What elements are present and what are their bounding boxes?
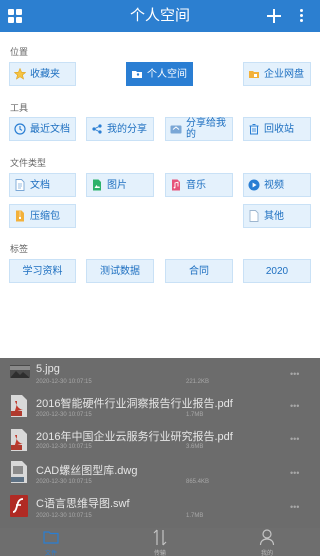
filetype-label: 音乐 [186,179,206,191]
more-dots-icon[interactable]: ••• [290,434,299,444]
tool-my-shares[interactable]: 我的分享 [86,117,154,141]
tag-label: 2020 [265,265,289,277]
file-size: 3.6MB [186,444,204,450]
tag-chip[interactable]: 学习资料 [9,259,76,283]
tool-label: 我的分享 [107,123,147,135]
file-row[interactable]: CAD螺丝图型库.dwg 2020-12-30 10:07:15 865.4KB… [0,459,320,493]
tag-label: 合同 [189,265,209,277]
location-enterprise-drive[interactable]: 企业网盘 [243,62,311,86]
tag-label: 测试数据 [100,265,140,277]
pdf-icon [10,429,28,451]
tool-label: 分享给我的 [186,118,226,140]
other-file-icon [248,210,260,222]
profile-icon [259,529,275,546]
filetype-document[interactable]: 文档 [9,173,76,197]
tag-chip[interactable]: 2020 [243,259,311,283]
file-list: 5.jpg 2020-12-30 10:07:15 221.2KB ••• 20… [0,358,320,528]
zip-icon [14,210,26,222]
file-date: 2020-12-30 10:07:15 [36,412,92,418]
section-label-location: 位置 [10,47,29,57]
filetype-video[interactable]: 视频 [243,173,311,197]
file-date: 2020-12-30 10:07:15 [36,379,92,385]
filetype-archive[interactable]: 压缩包 [9,204,76,228]
file-name: 2016智能硬件行业洞察报告行业报告.pdf [36,398,233,410]
trash-icon [248,123,260,135]
file-date: 2020-12-30 10:07:15 [36,444,92,450]
file-date: 2020-12-30 10:07:15 [36,513,92,519]
tab-profile[interactable]: 我的 [237,528,297,557]
file-size: 1.7MB [186,513,204,519]
tab-transfer[interactable]: 传输 [130,528,190,557]
bottom-tab-bar: 文件 传输 我的 [0,528,320,557]
personal-folder-icon [131,68,143,80]
filetype-label: 文档 [30,179,50,191]
section-label-tags: 标签 [10,244,29,254]
file-size: 221.2KB [186,379,210,385]
tab-files[interactable]: 文件 [21,528,81,557]
tag-chip[interactable]: 合同 [165,259,233,283]
star-icon [14,68,26,80]
top-bar: 个人空间 [0,0,320,32]
filetype-label: 视频 [264,179,284,191]
filetype-other[interactable]: 其他 [243,204,311,228]
more-vertical-icon[interactable] [298,8,306,24]
more-dots-icon[interactable]: ••• [290,468,299,478]
file-size: 1.7MB [186,412,204,418]
location-favorites[interactable]: 收藏夹 [9,62,76,86]
video-icon [248,179,260,191]
dwg-icon [10,461,28,483]
tag-label: 学习资料 [22,265,63,277]
file-name: C语言思维导图.swf [36,498,130,510]
shared-inbox-icon [170,123,182,135]
file-name: CAD螺丝图型库.dwg [36,465,138,477]
music-icon [170,179,182,191]
location-personal-space[interactable]: 个人空间 [126,62,193,86]
section-label-file-types: 文件类型 [10,158,47,168]
image-thumbnail [10,365,30,378]
tool-label: 最近文档 [30,123,70,135]
swf-icon [10,495,28,517]
share-icon [91,123,103,135]
filetype-label: 其他 [264,210,284,222]
file-name: 5.jpg [36,363,60,375]
location-label: 个人空间 [147,68,187,80]
tool-shared-with-me[interactable]: 分享给我的 [165,117,233,141]
filetype-label: 图片 [107,179,127,191]
file-name: 2016年中国企业云服务行业研究报告.pdf [36,431,233,443]
transfer-icon [153,529,167,546]
section-label-tools: 工具 [10,103,29,113]
file-size: 865.4KB [186,479,210,485]
file-row[interactable]: 2016智能硬件行业洞察报告行业报告.pdf 2020-12-30 10:07:… [0,391,320,425]
tool-label: 回收站 [264,123,294,135]
document-icon [14,179,26,191]
plus-icon[interactable] [266,8,282,24]
filetype-label: 压缩包 [30,210,60,222]
filetype-music[interactable]: 音乐 [165,173,233,197]
filetype-image[interactable]: 图片 [86,173,154,197]
more-dots-icon[interactable]: ••• [290,369,299,379]
image-icon [91,179,103,191]
file-row[interactable]: C语言思维导图.swf 2020-12-30 10:07:15 1.7MB ••… [0,492,320,526]
location-label: 收藏夹 [30,68,60,80]
file-date: 2020-12-30 10:07:15 [36,479,92,485]
tag-chip[interactable]: 测试数据 [86,259,154,283]
file-row[interactable]: 5.jpg 2020-12-30 10:07:15 221.2KB ••• [0,360,320,394]
pdf-icon [10,395,28,417]
tool-recent-docs[interactable]: 最近文档 [9,117,76,141]
location-label: 企业网盘 [264,68,304,80]
tool-recycle-bin[interactable]: 回收站 [243,117,311,141]
clock-icon [14,123,26,135]
more-dots-icon[interactable]: ••• [290,401,299,411]
folder-icon [43,531,59,544]
more-dots-icon[interactable]: ••• [290,502,299,512]
enterprise-folder-icon [248,68,260,80]
file-row[interactable]: 2016年中国企业云服务行业研究报告.pdf 2020-12-30 10:07:… [0,425,320,459]
